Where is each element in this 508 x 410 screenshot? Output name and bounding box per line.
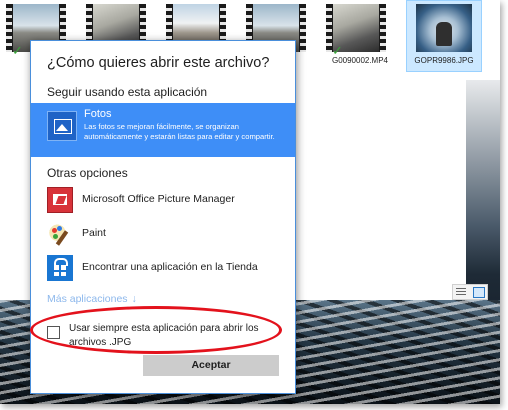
more-apps-label: Más aplicaciones (47, 293, 128, 305)
photos-app-icon (47, 111, 77, 141)
paint-palette-icon (47, 221, 73, 247)
accept-button[interactable]: Aceptar (143, 355, 279, 376)
app-name: Fotos (84, 108, 112, 120)
always-use-checkbox[interactable] (47, 326, 60, 339)
app-description: Las fotos se mejoran fácilmente, se orga… (84, 122, 275, 141)
app-name: Paint (82, 227, 106, 239)
always-use-label[interactable]: Usar siempre esta aplicación para abrir … (69, 322, 285, 350)
app-option-paint[interactable]: Paint (47, 221, 287, 251)
section-heading-keep: Seguir usando esta aplicación (47, 85, 208, 99)
more-apps-link[interactable]: Más aplicaciones ↓ (47, 293, 137, 305)
view-toggle[interactable] (452, 284, 488, 300)
open-with-dialog: ¿Cómo quieres abrir este archivo? Seguir… (30, 40, 296, 394)
large-icons-view-icon[interactable] (473, 287, 485, 298)
section-heading-other: Otras opciones (47, 166, 128, 180)
store-bag-icon (47, 255, 73, 281)
app-option-fotos[interactable]: Fotos Las fotos se mejoran fácilmente, s… (31, 103, 295, 157)
app-name: Encontrar una aplicación en la Tienda (82, 261, 258, 273)
chevron-down-icon: ↓ (131, 293, 137, 305)
photo-thumbnail (416, 4, 472, 52)
app-option-store[interactable]: Encontrar una aplicación en la Tienda (47, 255, 287, 285)
file-name: GOPR9986.JPG (414, 56, 474, 65)
details-view-icon[interactable] (456, 288, 466, 297)
app-option-picture-manager[interactable]: Microsoft Office Picture Manager (47, 187, 287, 217)
file-name: G0090002.MP4 (331, 56, 389, 65)
dialog-title: ¿Cómo quieres abrir este archivo? (47, 55, 270, 71)
app-name: Microsoft Office Picture Manager (82, 193, 235, 205)
office-picture-manager-icon (47, 187, 73, 213)
